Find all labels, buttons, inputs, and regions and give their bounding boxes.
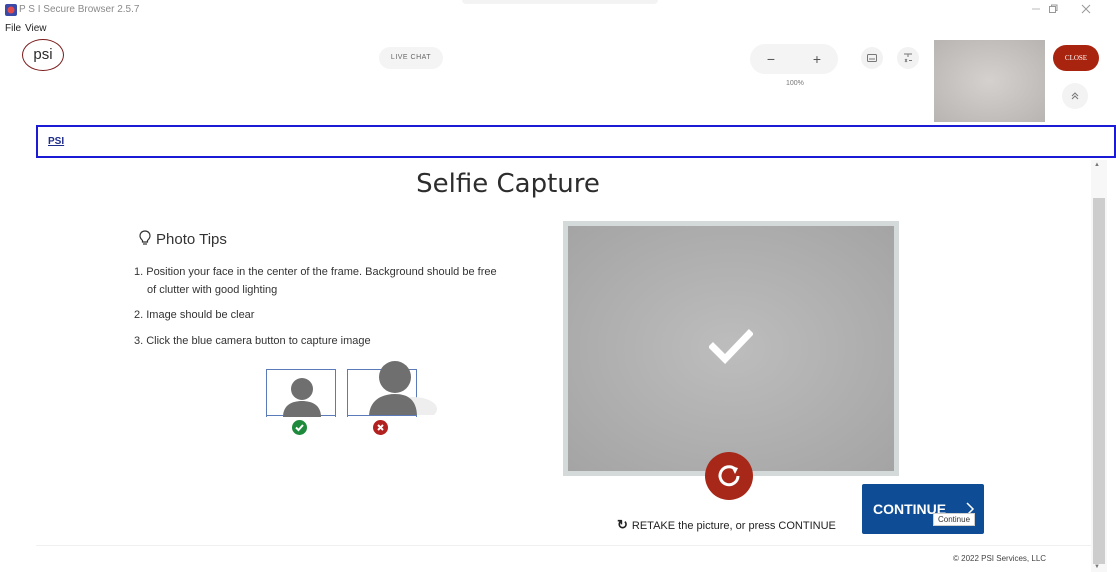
secure-browser-window: P S I Secure Browser 2.5.7 File View psi… <box>0 0 1116 572</box>
tip-1: 1. Position your face in the center of t… <box>134 266 497 278</box>
window-close-button[interactable] <box>1076 2 1096 18</box>
captured-photo <box>568 226 894 471</box>
copyright-text: © 2022 PSI Services, LLC <box>953 554 1047 563</box>
tip-3: 3. Click the blue camera button to captu… <box>134 335 371 347</box>
page-title: Selfie Capture <box>416 169 600 199</box>
scroll-up-icon[interactable]: ▲ <box>1094 162 1100 168</box>
app-logo-icon <box>5 4 17 16</box>
tab-psi[interactable]: PSI <box>48 136 64 147</box>
restore-button[interactable] <box>1043 2 1063 18</box>
photo-tips-label: Photo Tips <box>156 231 227 248</box>
keyboard-icon <box>867 54 877 62</box>
scroll-thumb[interactable] <box>1093 198 1105 564</box>
zoom-control: − + <box>750 44 838 74</box>
footer-divider <box>36 545 1091 546</box>
window-title: P S I Secure Browser 2.5.7 <box>19 4 140 15</box>
calculator-icon <box>904 53 912 63</box>
bad-photo-example <box>347 361 437 417</box>
minimize-icon <box>1032 8 1040 10</box>
retake-button[interactable] <box>705 452 753 500</box>
vertical-scrollbar[interactable]: ▲ ▼ <box>1091 160 1107 572</box>
menu-view[interactable]: View <box>25 23 47 34</box>
psi-logo: psi <box>22 39 64 71</box>
bad-cross-icon <box>373 420 388 435</box>
lightbulb-icon <box>139 230 151 245</box>
scroll-down-icon[interactable]: ▼ <box>1094 564 1100 570</box>
restore-icon <box>1049 4 1058 13</box>
calculator-button[interactable] <box>897 47 919 69</box>
menu-file[interactable]: File <box>5 23 21 34</box>
selfie-capture-page: Selfie Capture Photo Tips 1. Position yo… <box>0 160 1091 572</box>
avatar-silhouette-icon <box>283 378 321 417</box>
psi-logo-text: psi <box>33 46 53 63</box>
avatar-too-close-icon <box>369 361 437 415</box>
redo-icon: ↻ <box>617 517 628 532</box>
rotate-cw-icon <box>718 465 740 487</box>
chevron-double-up-icon <box>1071 92 1079 100</box>
tip-2: 2. Image should be clear <box>134 309 255 321</box>
captured-photo-frame <box>563 221 899 476</box>
keyboard-button[interactable] <box>861 47 883 69</box>
retake-instruction: ↻ RETAKE the picture, or press CONTINUE <box>617 517 836 533</box>
webcam-preview <box>934 40 1045 122</box>
title-bar: P S I Secure Browser 2.5.7 <box>0 0 1116 20</box>
continue-button[interactable]: CONTINUE <box>862 484 984 534</box>
zoom-out-button[interactable]: − <box>760 48 782 70</box>
good-photo-example <box>266 369 336 417</box>
close-icon <box>1081 4 1091 14</box>
good-check-icon <box>292 420 307 435</box>
continue-tooltip: Continue <box>933 513 976 526</box>
checkmark-icon <box>709 329 753 365</box>
tab-strip: PSI <box>36 125 1116 158</box>
tip-1-continued: of clutter with good lighting <box>147 284 278 296</box>
zoom-in-button[interactable]: + <box>806 48 828 70</box>
retake-instruction-text: RETAKE the picture, or press CONTINUE <box>631 520 836 532</box>
close-exam-button[interactable]: CLOSE <box>1053 45 1099 71</box>
zoom-level: 100% <box>786 80 804 87</box>
photo-tips-heading: Photo Tips <box>138 230 227 248</box>
live-chat-button[interactable]: LIVE CHAT <box>379 47 443 69</box>
collapse-toolbar-button[interactable] <box>1062 83 1088 109</box>
title-tab-strip <box>462 0 658 4</box>
